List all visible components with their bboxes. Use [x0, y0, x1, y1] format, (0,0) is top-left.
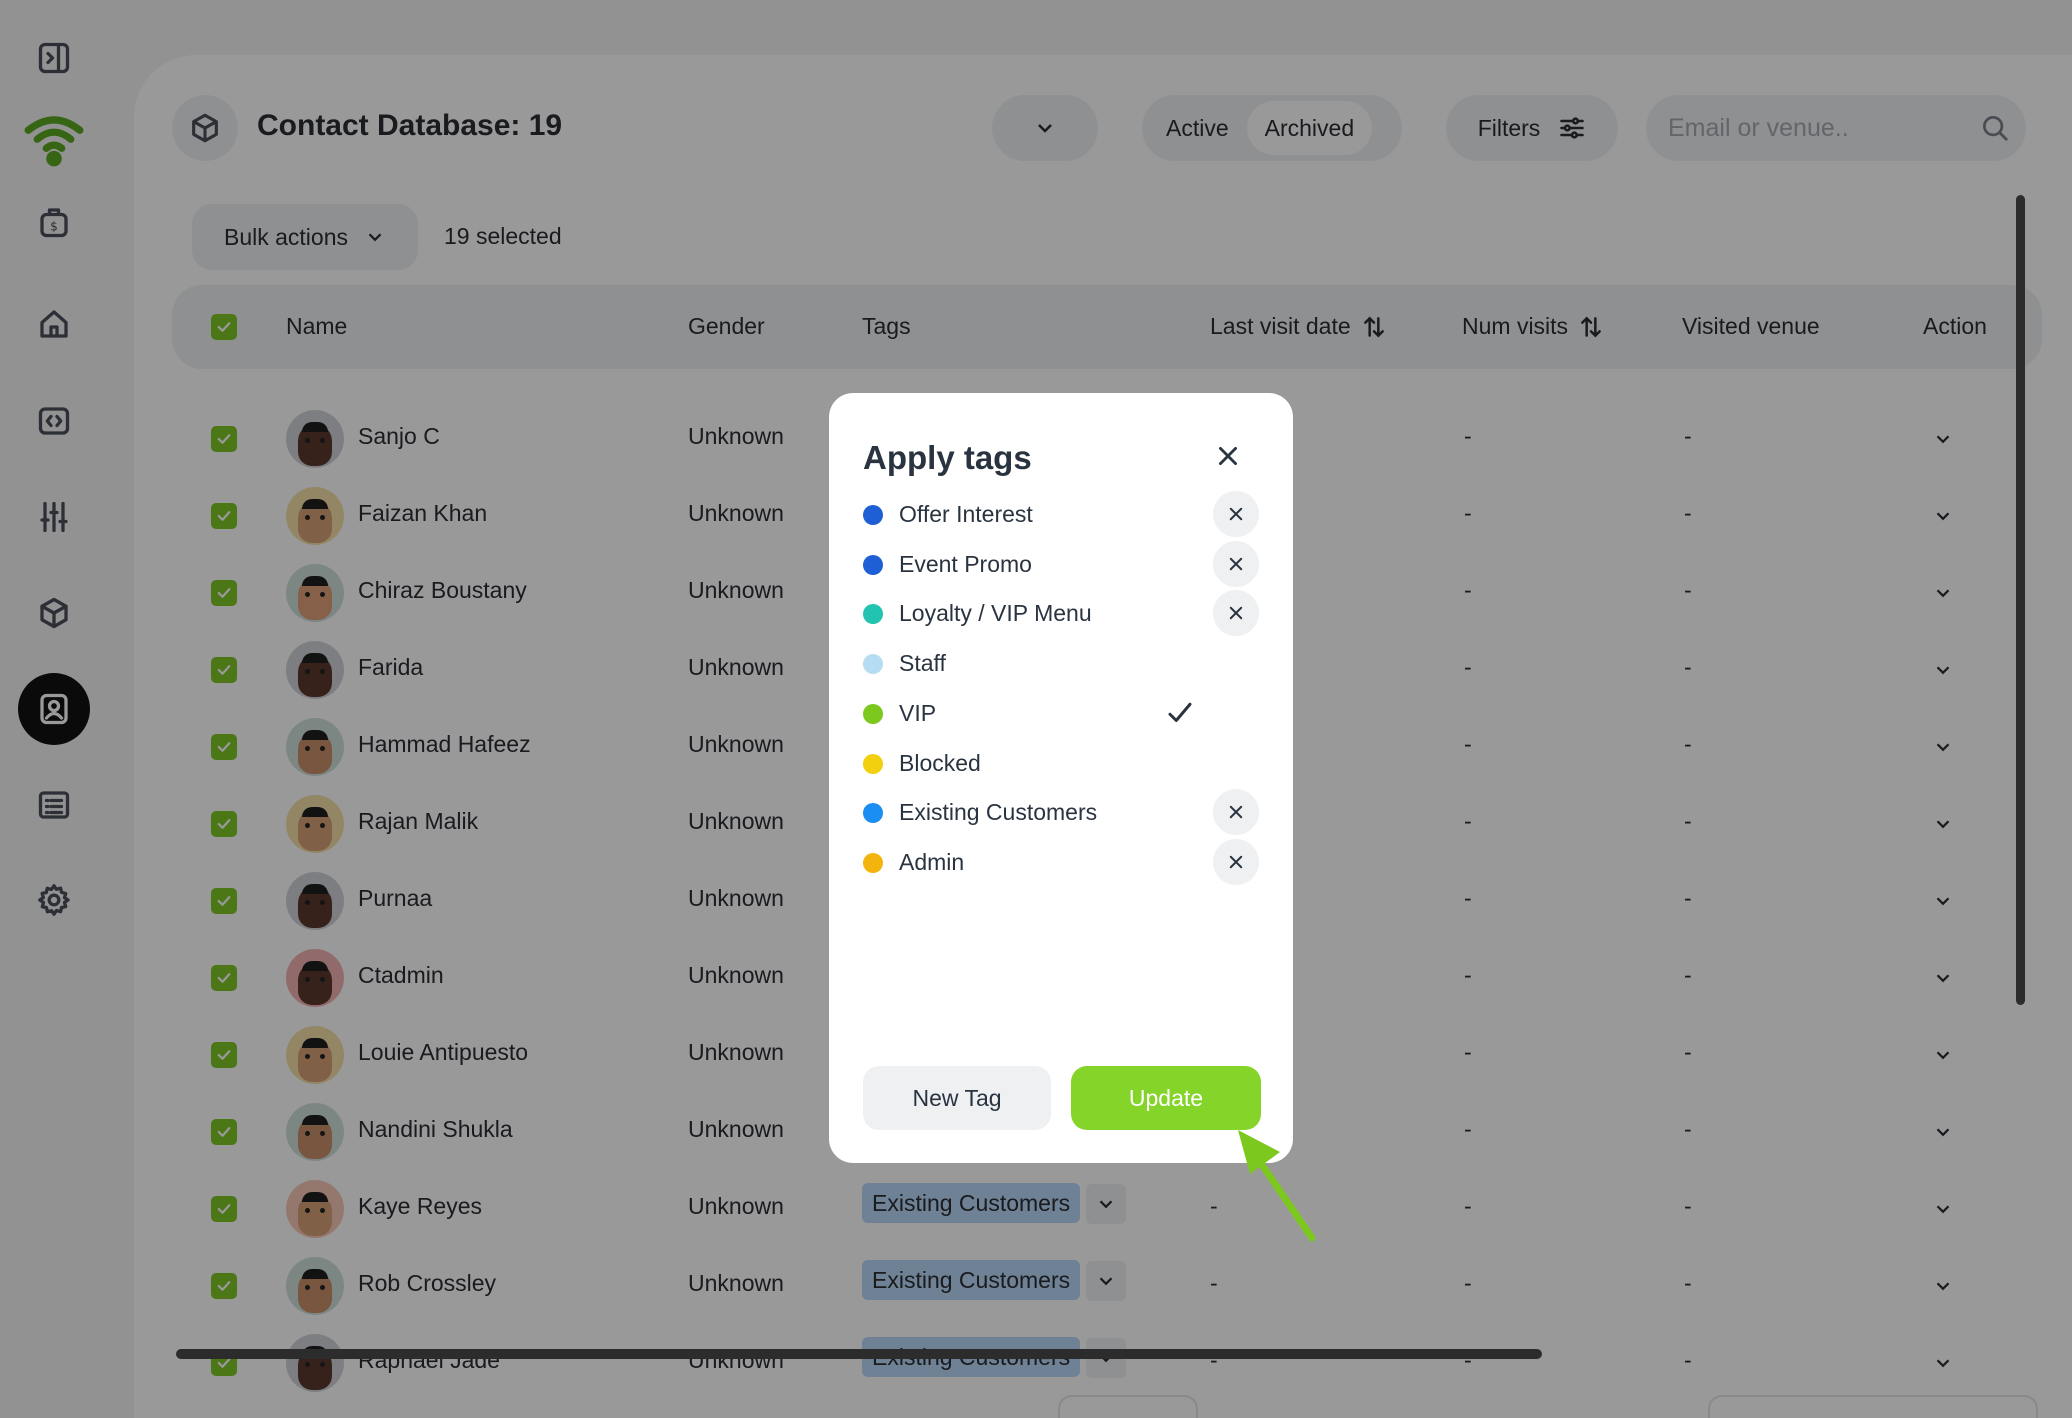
- tag-label: VIP: [899, 700, 937, 726]
- tag-color-dot: [863, 704, 883, 724]
- tag-color-dot: [863, 853, 883, 873]
- remove-tag-button[interactable]: [1213, 590, 1259, 636]
- tag-label: Staff: [899, 650, 946, 676]
- tag-color-dot: [863, 604, 883, 624]
- close-icon: [1229, 606, 1243, 620]
- remove-tag-button[interactable]: [1213, 789, 1259, 835]
- tag-option[interactable]: Existing Customers: [863, 787, 1263, 837]
- tag-label: Loyalty / VIP Menu: [899, 600, 1092, 626]
- tag-label: Blocked: [899, 750, 981, 776]
- new-tag-button[interactable]: New Tag: [863, 1066, 1051, 1130]
- tag-label: Offer Interest: [899, 501, 1033, 527]
- tag-color-dot: [863, 505, 883, 525]
- remove-tag-button[interactable]: [1213, 491, 1259, 537]
- tag-label: Existing Customers: [899, 799, 1098, 825]
- apply-tags-modal: Apply tags Offer Interest Event Promo Loya…: [829, 393, 1293, 1163]
- tag-option[interactable]: Admin: [863, 837, 1263, 887]
- tag-color-dot: [863, 754, 883, 774]
- update-button[interactable]: Update: [1071, 1066, 1261, 1130]
- tag-color-dot: [863, 654, 883, 674]
- tag-option[interactable]: Staff: [863, 638, 1263, 688]
- close-icon: [1229, 557, 1243, 571]
- modal-title: Apply tags: [863, 439, 1032, 476]
- tag-option[interactable]: Offer Interest: [863, 489, 1263, 539]
- close-icon: [1229, 507, 1243, 521]
- tag-label: Admin: [899, 849, 965, 875]
- close-icon: [1229, 855, 1243, 869]
- annotation-arrow-icon: [1238, 1130, 1316, 1242]
- tag-option[interactable]: Event Promo: [863, 539, 1263, 589]
- tag-option[interactable]: VIP: [863, 688, 1263, 738]
- tag-option[interactable]: Loyalty / VIP Menu: [863, 588, 1263, 638]
- tag-color-dot: [863, 555, 883, 575]
- close-icon: [1229, 805, 1243, 819]
- close-button[interactable]: [1211, 439, 1245, 473]
- tag-color-dot: [863, 803, 883, 823]
- close-icon: [1219, 447, 1237, 465]
- check-icon: [1165, 698, 1195, 728]
- remove-tag-button[interactable]: [1213, 541, 1259, 587]
- tag-label: Event Promo: [899, 551, 1032, 577]
- tag-option[interactable]: Blocked: [863, 738, 1263, 788]
- remove-tag-button[interactable]: [1213, 839, 1259, 885]
